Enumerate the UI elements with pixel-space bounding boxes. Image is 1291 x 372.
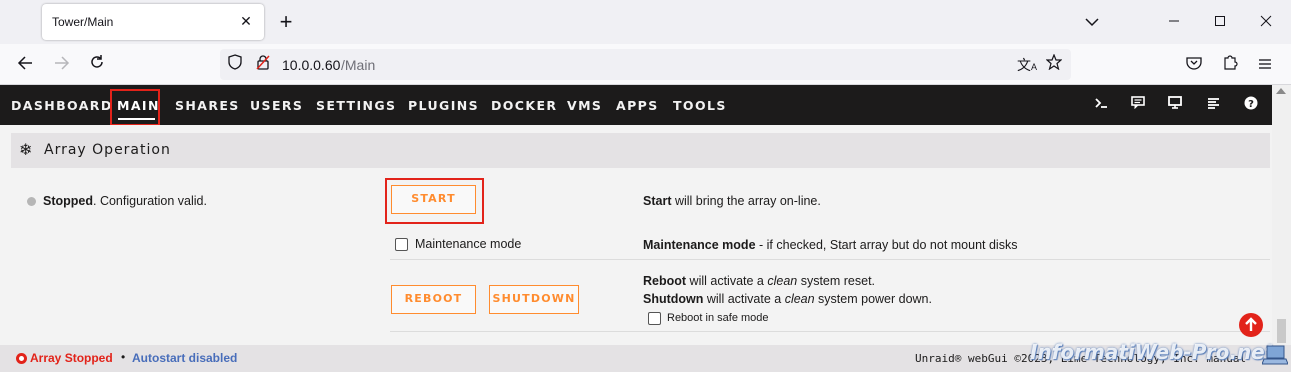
safe-mode-checkbox[interactable] — [648, 312, 661, 325]
url-host: 10.0.0.60 — [282, 57, 341, 73]
extensions-icon[interactable] — [1217, 52, 1243, 78]
bookmark-star-icon[interactable] — [1043, 53, 1065, 76]
maximize-icon[interactable] — [1207, 10, 1233, 34]
reboot-desc-em: clean — [767, 274, 798, 288]
maintenance-mode-checkbox[interactable] — [395, 238, 408, 251]
translate-icon[interactable]: 文A — [1016, 54, 1038, 76]
shutdown-desc-mid: will activate a — [703, 292, 785, 306]
menu-plugins[interactable]: PLUGINS — [408, 98, 479, 113]
close-window-icon[interactable] — [1253, 10, 1279, 34]
start-button[interactable]: START — [391, 185, 476, 214]
shield-icon[interactable] — [224, 54, 246, 76]
menu-settings[interactable]: SETTINGS — [316, 98, 396, 113]
maint-desc-bold: Maintenance mode — [643, 238, 756, 252]
menu-docker[interactable]: DOCKER — [491, 98, 557, 113]
log-icon[interactable] — [1204, 96, 1222, 114]
footer-autostart-link[interactable]: Autostart disabled — [132, 351, 237, 365]
snowflake-icon: ❄ — [19, 142, 33, 159]
watermark: InformatiWeb-Pro.net — [1030, 340, 1275, 364]
menu-dashboard[interactable]: DASHBOARD — [11, 98, 113, 113]
shutdown-desc-em: clean — [784, 292, 815, 306]
menu-apps[interactable]: APPS — [616, 98, 659, 113]
reboot-description: Reboot will activate a clean system rese… — [643, 274, 875, 288]
array-status-detail: . Configuration valid. — [93, 194, 207, 208]
array-status-dot — [27, 197, 36, 206]
menu-main-highlight — [110, 89, 160, 126]
section-header: ❄ Array Operation — [11, 133, 1270, 168]
new-tab-icon[interactable]: + — [274, 9, 298, 35]
back-arrow-icon[interactable] — [12, 52, 38, 78]
close-tab-icon[interactable]: ✕ — [236, 11, 256, 31]
arrow-up-circle-icon[interactable] — [1239, 313, 1263, 337]
monitor-icon[interactable] — [1166, 96, 1184, 114]
reboot-button[interactable]: REBOOT — [391, 285, 476, 314]
browser-nav-bar: 10.0.0.60 /Main 文A — [0, 44, 1291, 85]
scrollbar-thumb[interactable] — [1277, 319, 1286, 343]
reboot-desc-end: system reset. — [797, 274, 876, 288]
maint-desc-rest: - if checked, Start array but do not mou… — [755, 238, 1018, 252]
array-status: Stopped. Configuration valid. — [43, 194, 207, 208]
footer-array-state: Array Stopped — [30, 351, 113, 365]
terminal-icon[interactable] — [1092, 96, 1110, 114]
url-bar[interactable]: 10.0.0.60 /Main 文A — [220, 49, 1071, 80]
menu-users[interactable]: USERS — [250, 98, 303, 113]
list-all-tabs-icon[interactable] — [1079, 10, 1105, 34]
menu-vms[interactable]: VMS — [567, 98, 602, 113]
shutdown-desc-bold: Shutdown — [643, 292, 704, 306]
unraid-menu-bar: DASHBOARD MAIN SHARES USERS SETTINGS PLU… — [0, 85, 1272, 126]
reboot-desc-mid: will activate a — [686, 274, 768, 288]
reboot-desc-bold: Reboot — [643, 274, 687, 288]
help-icon[interactable]: ? — [1242, 96, 1260, 114]
menu-hamburger-icon[interactable] — [1252, 52, 1278, 78]
section-title: Array Operation — [44, 142, 171, 158]
insecure-lock-icon[interactable] — [252, 54, 274, 76]
shutdown-description: Shutdown will activate a clean system po… — [643, 292, 932, 306]
forward-arrow-icon[interactable] — [49, 52, 75, 78]
menu-tools[interactable]: TOOLS — [673, 98, 727, 113]
maintenance-description: Maintenance mode - if checked, Start arr… — [643, 238, 1017, 252]
section-divider-bottom — [390, 331, 1270, 332]
main-content: ❄ Array Operation Stopped. Configuration… — [0, 125, 1272, 345]
safe-mode-label[interactable]: Reboot in safe mode — [667, 312, 769, 324]
reload-icon[interactable] — [84, 52, 110, 78]
tab-title: Tower/Main — [52, 15, 114, 29]
maintenance-mode-label[interactable]: Maintenance mode — [415, 237, 521, 251]
array-state: Stopped — [43, 194, 93, 208]
shutdown-desc-end: system power down. — [814, 292, 932, 306]
browser-tab-bar: Tower/Main ✕ + — [0, 0, 1291, 44]
pocket-icon[interactable] — [1181, 52, 1207, 78]
menu-shares[interactable]: SHARES — [175, 98, 240, 113]
start-desc-rest: will bring the array on-line. — [671, 194, 821, 208]
shutdown-button[interactable]: SHUTDOWN — [489, 285, 579, 314]
laptop-logo-icon — [1262, 345, 1288, 365]
scroll-up-arrow-icon[interactable] — [1276, 88, 1286, 94]
footer-separator: • — [121, 350, 126, 364]
minimize-icon[interactable] — [1161, 10, 1187, 34]
svg-text:?: ? — [1248, 99, 1254, 110]
page-scrollbar[interactable] — [1272, 85, 1291, 345]
stop-circle-icon — [16, 353, 27, 364]
browser-tab[interactable]: Tower/Main ✕ — [42, 4, 264, 40]
section-divider — [390, 259, 1270, 260]
start-desc-bold: Start — [643, 194, 672, 208]
start-description: Start will bring the array on-line. — [643, 194, 821, 208]
url-path: /Main — [341, 57, 376, 73]
feedback-icon[interactable] — [1129, 96, 1147, 114]
